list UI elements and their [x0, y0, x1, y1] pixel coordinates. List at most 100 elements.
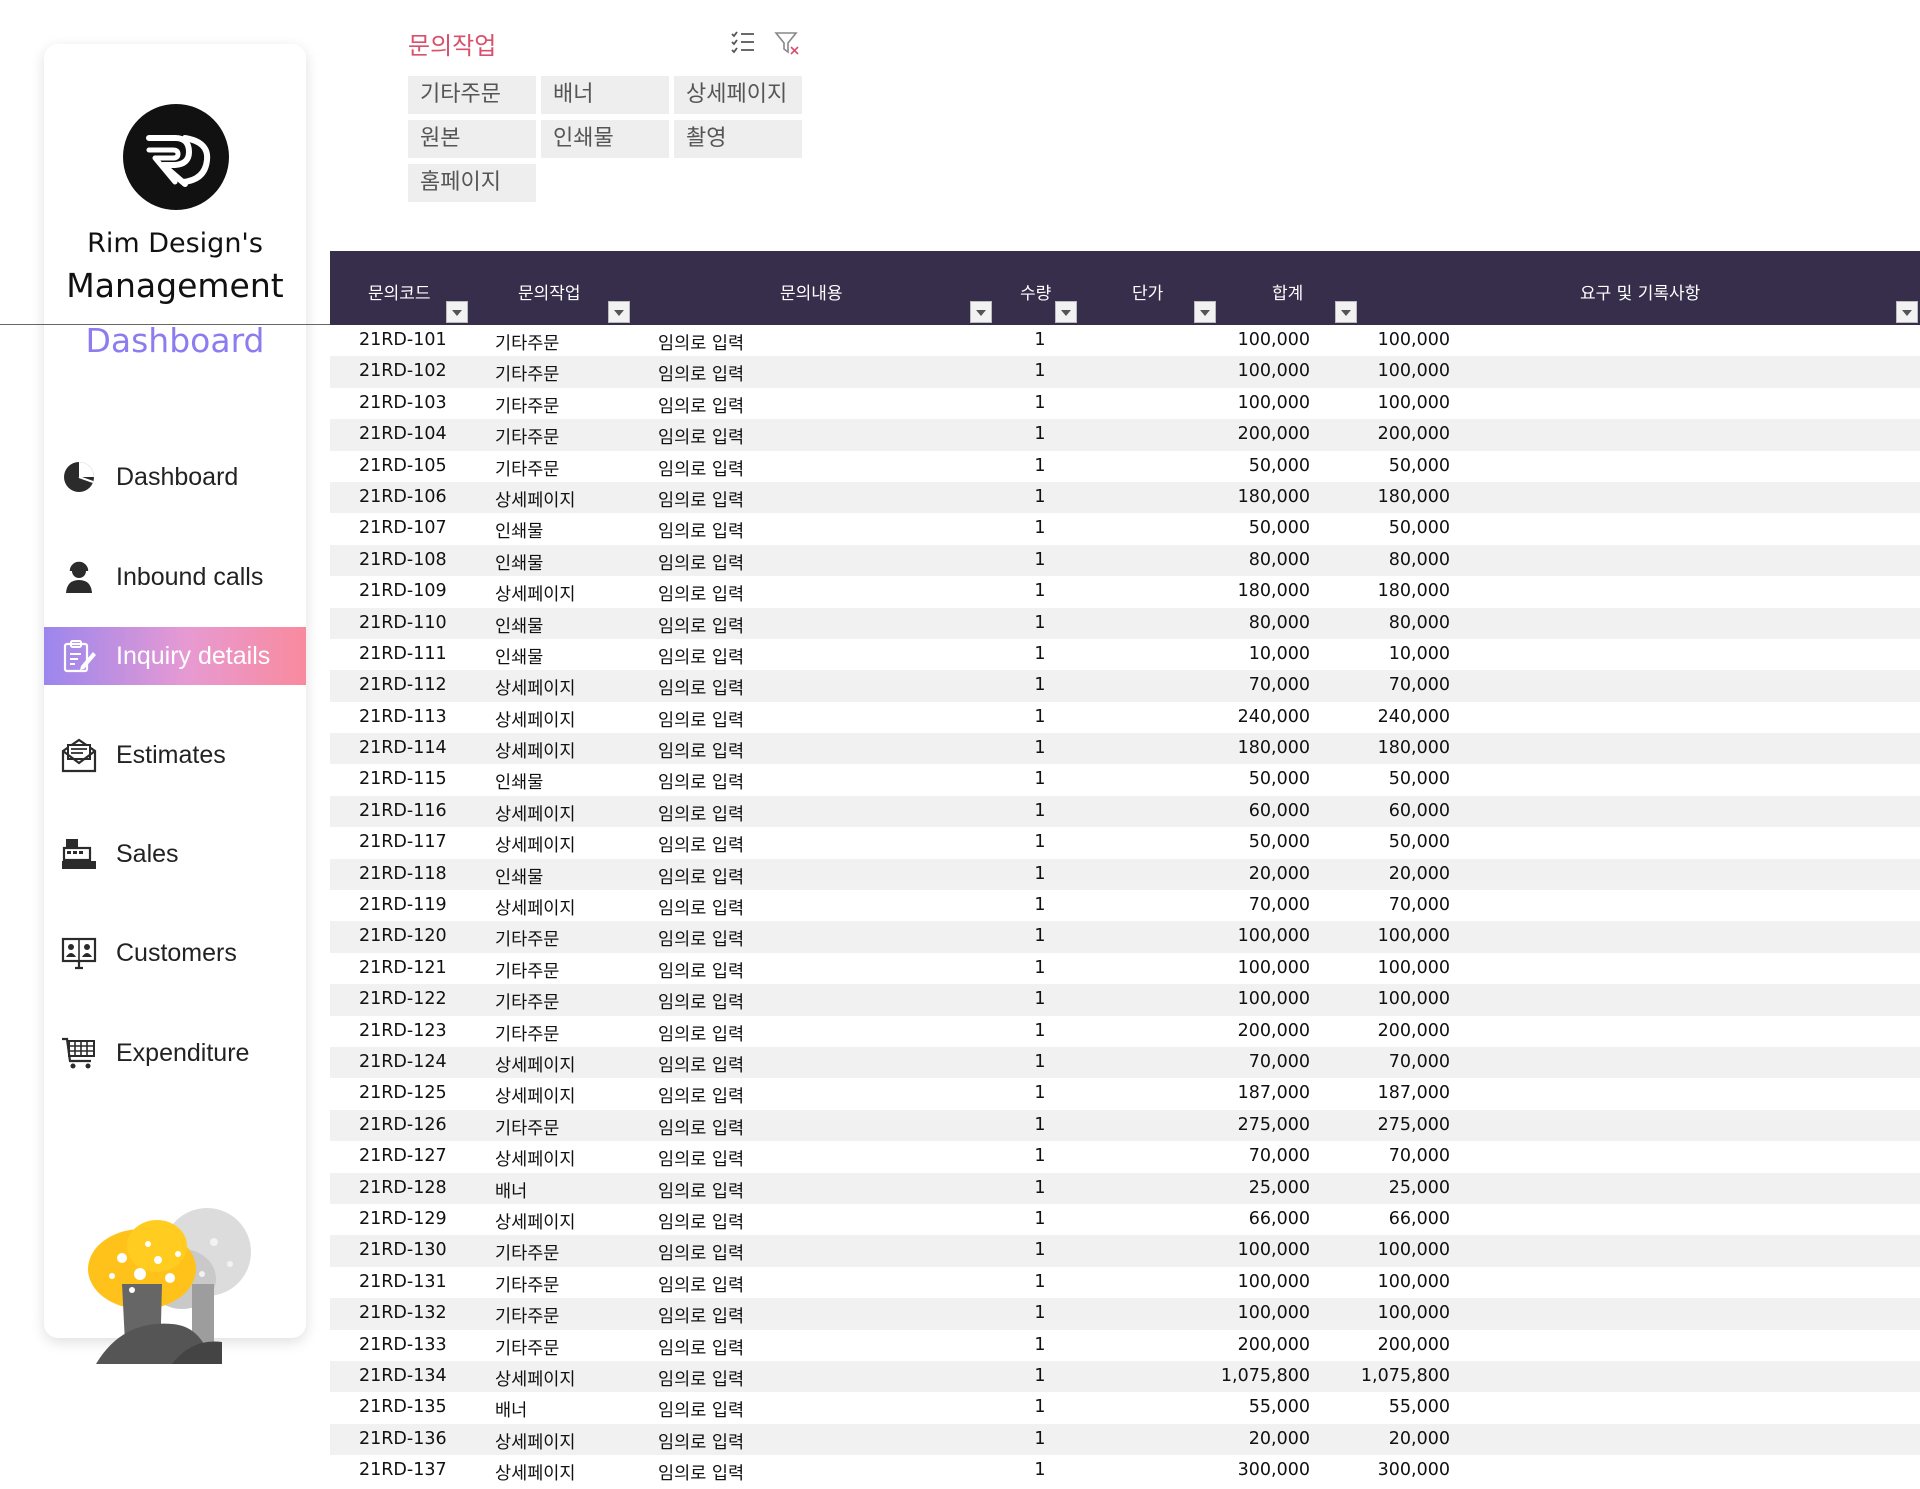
cell-total: 50,000	[1388, 455, 1450, 476]
cell-total: 10,000	[1388, 643, 1450, 664]
table-row[interactable]: 21RD-105 기타주문 임의로 입력 1 50,000 50,000	[330, 451, 1920, 482]
table-row[interactable]: 21RD-130 기타주문 임의로 입력 1 100,000 100,000	[330, 1235, 1920, 1267]
slicer-option[interactable]: 기타주문	[408, 76, 536, 114]
table-row[interactable]: 21RD-118 인쇄물 임의로 입력 1 20,000 20,000	[330, 858, 1920, 891]
cell-total: 50,000	[1388, 832, 1450, 853]
table-row[interactable]: 21RD-103 기타주문 임의로 입력 1 100,000 100,000	[330, 388, 1920, 419]
multi-select-icon[interactable]	[730, 30, 756, 54]
cell-task: 상세페이지	[495, 1464, 576, 1485]
slicer-option[interactable]: 홈페이지	[408, 164, 536, 202]
nav-item-sales[interactable]: Sales	[44, 825, 306, 883]
cell-quantity: 1	[1034, 581, 1046, 602]
nav-label: Dashboard	[116, 462, 239, 491]
table-row[interactable]: 21RD-135 배너 임의로 입력 1 55,000 55,000	[330, 1392, 1920, 1423]
table-row[interactable]: 21RD-115 인쇄물 임의로 입력 1 50,000 50,000	[330, 764, 1920, 795]
cell-unit-price: 180,000	[1237, 486, 1310, 507]
table-row[interactable]: 21RD-102 기타주문 임의로 입력 1 100,000 100,000	[330, 356, 1920, 388]
cell-unit-price: 60,000	[1248, 800, 1310, 821]
filter-dropdown-button[interactable]	[608, 301, 630, 323]
cell-quantity: 1	[1034, 1146, 1046, 1167]
table-row[interactable]: 21RD-132 기타주문 임의로 입력 1 100,000 100,000	[330, 1298, 1920, 1330]
nav-item-customers[interactable]: Customers	[44, 924, 306, 982]
cell-unit-price: 10,000	[1248, 643, 1310, 664]
slicer-option[interactable]: 상세페이지	[674, 76, 802, 114]
table-row[interactable]: 21RD-107 인쇄물 임의로 입력 1 50,000 50,000	[330, 513, 1920, 544]
table-row[interactable]: 21RD-122 기타주문 임의로 입력 1 100,000 100,000	[330, 984, 1920, 1016]
nav-item-expenditure[interactable]: Expenditure	[44, 1024, 306, 1082]
table-row[interactable]: 21RD-127 상세페이지 임의로 입력 1 70,000 70,000	[330, 1141, 1920, 1172]
cell-quantity: 1	[1034, 1334, 1046, 1355]
table-row[interactable]: 21RD-101 기타주문 임의로 입력 1 100,000 100,000	[330, 325, 1920, 356]
cell-unit-price: 100,000	[1237, 1240, 1310, 1261]
slicer-option[interactable]: 인쇄물	[541, 120, 669, 158]
table-row[interactable]: 21RD-112 상세페이지 임의로 입력 1 70,000 70,000	[330, 670, 1920, 702]
clear-filter-icon[interactable]	[774, 30, 800, 56]
table-row[interactable]: 21RD-116 상세페이지 임의로 입력 1 60,000 60,000	[330, 795, 1920, 828]
filter-dropdown-button[interactable]	[1335, 301, 1357, 323]
cell-task: 인쇄물	[495, 553, 544, 574]
brand-subtitle: Management	[66, 266, 284, 305]
nav-item-inquiry-details[interactable]: Inquiry details	[44, 627, 306, 685]
table-row[interactable]: 21RD-109 상세페이지 임의로 입력 1 180,000 180,000	[330, 576, 1920, 607]
table-row[interactable]: 21RD-110 인쇄물 임의로 입력 1 80,000 80,000	[330, 607, 1920, 639]
filter-dropdown-button[interactable]	[446, 301, 468, 323]
nav-item-dashboard[interactable]: Dashboard	[44, 448, 306, 506]
cell-code: 21RD-117	[359, 832, 447, 853]
cell-task: 상세페이지	[495, 1212, 576, 1233]
nav-item-inbound-calls[interactable]: Inbound calls	[44, 548, 306, 606]
table-row[interactable]: 21RD-114 상세페이지 임의로 입력 1 180,000 180,000	[330, 733, 1920, 765]
table-row[interactable]: 21RD-131 기타주문 임의로 입력 1 100,000 100,000	[330, 1267, 1920, 1298]
table-row[interactable]: 21RD-123 기타주문 임의로 입력 1 200,000 200,000	[330, 1016, 1920, 1047]
cell-quantity: 1	[1034, 424, 1046, 445]
cell-description: 임의로 입력	[658, 804, 745, 825]
cell-task: 기타주문	[495, 1307, 560, 1328]
table-row[interactable]: 21RD-120 기타주문 임의로 입력 1 100,000 100,000	[330, 921, 1920, 953]
brand-name: Rim Design's	[87, 228, 263, 259]
table-row[interactable]: 21RD-136 상세페이지 임의로 입력 1 20,000 20,000	[330, 1423, 1920, 1456]
table-row[interactable]: 21RD-133 기타주문 임의로 입력 1 200,000 200,000	[330, 1330, 1920, 1361]
cell-unit-price: 20,000	[1248, 863, 1310, 884]
filter-dropdown-button[interactable]	[1194, 301, 1216, 323]
cell-unit-price: 100,000	[1237, 957, 1310, 978]
cell-description: 임의로 입력	[658, 1055, 745, 1076]
cell-description: 임의로 입력	[658, 961, 745, 982]
filter-dropdown-button[interactable]	[1896, 301, 1918, 323]
slicer-option[interactable]: 촬영	[674, 120, 802, 158]
cell-code: 21RD-112	[359, 675, 447, 696]
table-row[interactable]: 21RD-124 상세페이지 임의로 입력 1 70,000 70,000	[330, 1046, 1920, 1079]
nav-item-estimates[interactable]: Estimates	[44, 726, 306, 784]
table-row[interactable]: 21RD-126 기타주문 임의로 입력 1 275,000 275,000	[330, 1109, 1920, 1142]
cell-task: 기타주문	[495, 1244, 560, 1265]
slicer-option[interactable]: 배너	[541, 76, 669, 114]
cell-total: 1,075,800	[1360, 1365, 1450, 1386]
cell-task: 상세페이지	[495, 585, 576, 606]
pie-chart-icon	[60, 458, 98, 496]
table-row[interactable]: 21RD-104 기타주문 임의로 입력 1 200,000 200,000	[330, 419, 1920, 451]
table-row[interactable]: 21RD-117 상세페이지 임의로 입력 1 50,000 50,000	[330, 827, 1920, 858]
table-row[interactable]: 21RD-125 상세페이지 임의로 입력 1 187,000 187,000	[330, 1078, 1920, 1109]
table-row[interactable]: 21RD-134 상세페이지 임의로 입력 1 1,075,800 1,075,800	[330, 1360, 1920, 1393]
cell-description: 임의로 입력	[658, 334, 745, 354]
table-row[interactable]: 21RD-111 인쇄물 임의로 입력 1 10,000 10,000	[330, 639, 1920, 670]
table-row[interactable]: 21RD-113 상세페이지 임의로 입력 1 240,000 240,000	[330, 702, 1920, 733]
table-row[interactable]: 21RD-128 배너 임의로 입력 1 25,000 25,000	[330, 1172, 1920, 1204]
cell-unit-price: 50,000	[1248, 518, 1310, 539]
cell-task: 인쇄물	[495, 647, 544, 668]
cell-total: 70,000	[1388, 895, 1450, 916]
slicer-option[interactable]: 원본	[408, 120, 536, 158]
table-row[interactable]: 21RD-137 상세페이지 임의로 입력 1 300,000 300,000	[330, 1455, 1920, 1486]
cell-task: 상세페이지	[495, 804, 576, 825]
cell-quantity: 1	[1034, 518, 1046, 539]
filter-dropdown-button[interactable]	[1055, 301, 1077, 323]
table-row[interactable]: 21RD-129 상세페이지 임의로 입력 1 66,000 66,000	[330, 1204, 1920, 1235]
cell-description: 임의로 입력	[658, 459, 745, 480]
table-row[interactable]: 21RD-119 상세페이지 임의로 입력 1 70,000 70,000	[330, 890, 1920, 921]
table-row[interactable]: 21RD-108 인쇄물 임의로 입력 1 80,000 80,000	[330, 544, 1920, 577]
column-header-notes: 요구 및 기록사항	[1580, 284, 1701, 304]
cell-unit-price: 240,000	[1237, 706, 1310, 727]
table-row[interactable]: 21RD-106 상세페이지 임의로 입력 1 180,000 180,000	[330, 481, 1920, 514]
cell-code: 21RD-116	[359, 800, 447, 821]
filter-dropdown-button[interactable]	[970, 301, 992, 323]
table-row[interactable]: 21RD-121 기타주문 임의로 입력 1 100,000 100,000	[330, 953, 1920, 984]
cell-description: 임의로 입력	[658, 1150, 745, 1171]
